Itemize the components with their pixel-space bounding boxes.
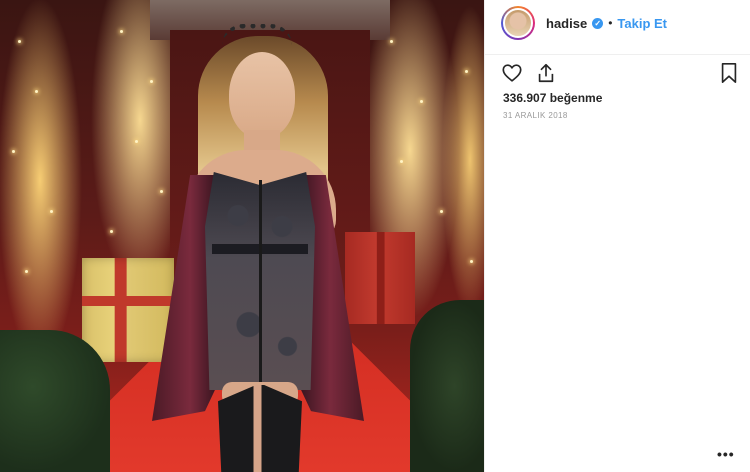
follow-button[interactable]: Takip Et (617, 16, 667, 31)
photo-tree-right (410, 300, 484, 472)
action-bar (501, 62, 557, 89)
header-divider (485, 54, 750, 55)
post-date[interactable]: 31 ARALIK 2018 (503, 111, 568, 120)
post-photo[interactable] (0, 0, 484, 472)
model-tiara (222, 24, 292, 45)
photo-gift-box-right (345, 232, 415, 324)
model-boots (218, 385, 302, 472)
photo-gift-box-left (82, 258, 174, 362)
like-count[interactable]: 336.907 beğenme (503, 91, 602, 105)
photo-tree-left (0, 330, 110, 472)
bookmark-icon[interactable] (719, 62, 739, 89)
post-header: hadise ✓ • Takip Et (501, 4, 667, 42)
model-face (229, 52, 295, 138)
heart-icon[interactable] (501, 62, 523, 89)
header-separator: • (608, 16, 613, 30)
more-options-icon[interactable]: ••• (717, 446, 735, 462)
avatar-image (503, 8, 533, 38)
model-zipper (259, 180, 262, 385)
verified-badge-icon: ✓ (592, 17, 604, 29)
avatar[interactable] (501, 6, 535, 40)
post-side-panel: hadise ✓ • Takip Et 336.907 beğenme 31 A… (484, 0, 750, 472)
username-link[interactable]: hadise (546, 16, 587, 31)
share-icon[interactable] (535, 62, 557, 89)
